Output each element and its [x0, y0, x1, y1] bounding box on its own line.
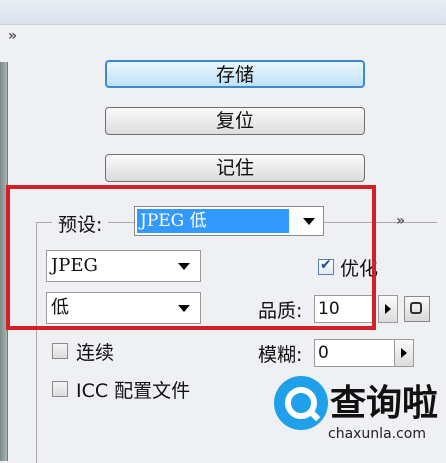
icc-profile-label: ICC 配置文件 [76, 380, 191, 402]
watermark-logo: 查询啦 chaxunla.com [262, 374, 446, 461]
watermark-domain: chaxunla.com [328, 426, 426, 442]
reset-button[interactable]: 复位 [105, 107, 365, 135]
panel-menu-icon[interactable]: » [396, 213, 405, 229]
icc-profile-checkbox[interactable] [52, 381, 68, 397]
collapse-panel-icon[interactable]: » [8, 28, 17, 44]
blur-value: 0 [318, 343, 329, 363]
save-button[interactable]: 存储 [105, 60, 365, 88]
progressive-label: 连续 [76, 342, 115, 364]
watermark-brand: 查询啦 [330, 383, 439, 424]
quality-slider-arrow-icon[interactable] [378, 295, 398, 323]
search-logo-icon [274, 376, 328, 430]
blur-slider-arrow-icon[interactable] [394, 339, 414, 367]
remember-button[interactable]: 记住 [105, 154, 365, 182]
highlight-annotation-box [6, 185, 376, 330]
panel-title-bar [0, 0, 446, 25]
progressive-checkbox[interactable] [52, 343, 68, 359]
quality-mask-icon[interactable] [404, 296, 430, 322]
blur-label: 模糊: [258, 344, 303, 366]
